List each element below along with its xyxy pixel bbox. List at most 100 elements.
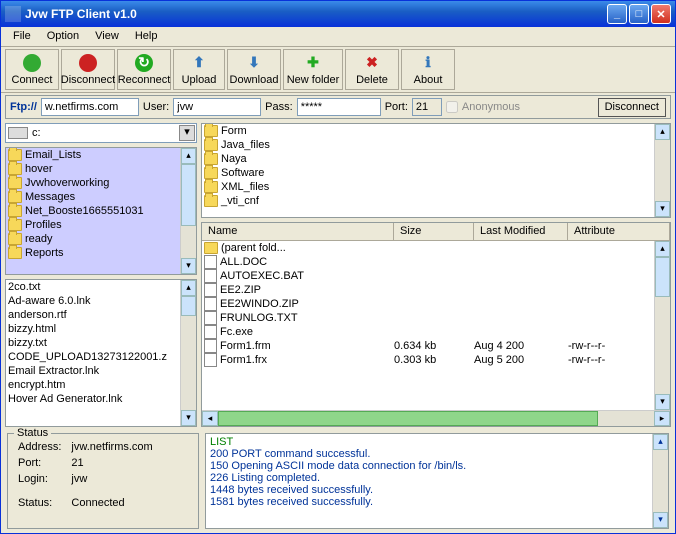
- list-item[interactable]: Naya: [202, 152, 654, 166]
- col-size[interactable]: Size: [394, 223, 474, 240]
- item-label: Java_files: [221, 139, 270, 151]
- file-icon: [204, 283, 217, 297]
- close-button[interactable]: ✕: [651, 4, 671, 24]
- remote-file-pane[interactable]: Name Size Last Modified Attribute (paren…: [201, 222, 671, 427]
- list-item[interactable]: Email Extractor.lnk: [6, 364, 180, 378]
- scroll-right-icon[interactable]: ▸: [654, 411, 670, 426]
- table-row[interactable]: Form1.frm0.634 kbAug 4 200-rw-r--r-: [202, 339, 654, 353]
- scroll-up-icon[interactable]: ▴: [655, 124, 670, 140]
- scroll-up-icon[interactable]: ▴: [181, 148, 196, 164]
- list-item[interactable]: CODE_UPLOAD13273122001.z: [6, 350, 180, 364]
- list-item[interactable]: Hover Ad Generator.lnk: [6, 392, 180, 406]
- list-item[interactable]: bizzy.html: [6, 322, 180, 336]
- app-window: Jvw FTP Client v1.0 _ □ ✕ File Option Vi…: [0, 0, 676, 534]
- connect-button[interactable]: Connect: [5, 49, 59, 90]
- item-label: Software: [221, 167, 264, 179]
- window-title: Jvw FTP Client v1.0: [25, 7, 605, 21]
- table-row[interactable]: (parent fold...: [202, 241, 654, 255]
- list-item[interactable]: Software: [202, 166, 654, 180]
- list-item[interactable]: Jvwhoverworking: [6, 176, 180, 190]
- menu-help[interactable]: Help: [127, 27, 166, 46]
- scrollbar[interactable]: ▴ ▾: [652, 434, 668, 528]
- table-row[interactable]: EE2.ZIP: [202, 283, 654, 297]
- list-item[interactable]: Email_Lists: [6, 148, 180, 162]
- scroll-down-icon[interactable]: ▾: [653, 512, 668, 528]
- scroll-up-icon[interactable]: ▴: [653, 434, 668, 450]
- port-input[interactable]: [412, 98, 442, 116]
- host-input[interactable]: [41, 98, 139, 116]
- table-row[interactable]: Fc.exe: [202, 325, 654, 339]
- item-label: CODE_UPLOAD13273122001.z: [8, 351, 167, 363]
- drive-select[interactable]: c: ▾: [5, 123, 197, 143]
- list-item[interactable]: encrypt.htm: [6, 378, 180, 392]
- pass-input[interactable]: [297, 98, 381, 116]
- menu-view[interactable]: View: [87, 27, 127, 46]
- scrollbar-horizontal[interactable]: ◂ ▸: [202, 410, 670, 426]
- folder-icon: [8, 233, 22, 245]
- download-button[interactable]: ⬇Download: [227, 49, 281, 90]
- connection-bar: Ftp:// User: Pass: Port: Anonymous Disco…: [5, 95, 671, 119]
- list-item[interactable]: XML_files: [202, 180, 654, 194]
- log-box[interactable]: LIST 200 PORT command successful. 150 Op…: [205, 433, 669, 529]
- list-item[interactable]: Reports: [6, 246, 180, 260]
- list-item[interactable]: 2co.txt: [6, 280, 180, 294]
- delete-button[interactable]: ✖Delete: [345, 49, 399, 90]
- column-header[interactable]: Name Size Last Modified Attribute: [202, 223, 670, 241]
- remote-folder-pane[interactable]: FormJava_filesNayaSoftwareXML_files_vti_…: [201, 123, 671, 218]
- user-label: User:: [143, 101, 169, 113]
- scroll-down-icon[interactable]: ▾: [181, 258, 196, 274]
- local-folder-pane[interactable]: Email_ListshoverJvwhoverworkingMessagesN…: [5, 147, 197, 275]
- newfolder-button[interactable]: ✚New folder: [283, 49, 343, 90]
- list-item[interactable]: _vti_cnf: [202, 194, 654, 208]
- col-attribute[interactable]: Attribute: [568, 223, 670, 240]
- table-row[interactable]: Form1.frx0.303 kbAug 5 200-rw-r--r-: [202, 353, 654, 367]
- scroll-up-icon[interactable]: ▴: [655, 241, 670, 257]
- list-item[interactable]: Java_files: [202, 138, 654, 152]
- menu-file[interactable]: File: [5, 27, 39, 46]
- list-item[interactable]: Ad-aware 6.0.lnk: [6, 294, 180, 308]
- anonymous-checkbox[interactable]: [446, 101, 458, 113]
- list-item[interactable]: bizzy.txt: [6, 336, 180, 350]
- folder-icon: [8, 149, 22, 161]
- file-icon: [204, 297, 217, 311]
- list-item[interactable]: Profiles: [6, 218, 180, 232]
- scroll-down-icon[interactable]: ▾: [655, 394, 670, 410]
- list-item[interactable]: Net_Booste1665551031: [6, 204, 180, 218]
- reconnect-button[interactable]: ↻Reconnect: [117, 49, 171, 90]
- table-row[interactable]: FRUNLOG.TXT: [202, 311, 654, 325]
- table-row[interactable]: EE2WINDO.ZIP: [202, 297, 654, 311]
- upload-button[interactable]: ⬆Upload: [173, 49, 225, 90]
- local-column: c: ▾ Email_ListshoverJvwhoverworkingMess…: [5, 123, 197, 427]
- folder-icon: [8, 219, 22, 231]
- disconnect-conn-button[interactable]: Disconnect: [598, 98, 666, 117]
- list-item[interactable]: Form: [202, 124, 654, 138]
- item-label: Messages: [25, 191, 75, 203]
- chevron-down-icon[interactable]: ▾: [179, 125, 195, 141]
- scroll-down-icon[interactable]: ▾: [181, 410, 196, 426]
- maximize-button[interactable]: □: [629, 4, 649, 24]
- list-item[interactable]: anderson.rtf: [6, 308, 180, 322]
- col-name[interactable]: Name: [202, 223, 394, 240]
- list-item[interactable]: hover: [6, 162, 180, 176]
- list-item[interactable]: Messages: [6, 190, 180, 204]
- scroll-down-icon[interactable]: ▾: [655, 201, 670, 217]
- col-modified[interactable]: Last Modified: [474, 223, 568, 240]
- scrollbar[interactable]: ▴ ▾: [180, 280, 196, 426]
- menu-option[interactable]: Option: [39, 27, 87, 46]
- local-file-pane[interactable]: 2co.txtAd-aware 6.0.lnkanderson.rtfbizzy…: [5, 279, 197, 427]
- disconnect-button[interactable]: Disconnect: [61, 49, 115, 90]
- scroll-left-icon[interactable]: ◂: [202, 411, 218, 426]
- titlebar[interactable]: Jvw FTP Client v1.0 _ □ ✕: [1, 1, 675, 27]
- about-button[interactable]: ℹAbout: [401, 49, 455, 90]
- scrollbar[interactable]: ▴ ▾: [180, 148, 196, 274]
- list-item[interactable]: ready: [6, 232, 180, 246]
- file-name: ALL.DOC: [220, 256, 267, 268]
- file-size: 0.303 kb: [394, 354, 474, 366]
- user-input[interactable]: [173, 98, 261, 116]
- table-row[interactable]: ALL.DOC: [202, 255, 654, 269]
- minimize-button[interactable]: _: [607, 4, 627, 24]
- table-row[interactable]: AUTOEXEC.BAT: [202, 269, 654, 283]
- scroll-up-icon[interactable]: ▴: [181, 280, 196, 296]
- scrollbar[interactable]: ▴ ▾: [654, 241, 670, 410]
- scrollbar[interactable]: ▴ ▾: [654, 124, 670, 217]
